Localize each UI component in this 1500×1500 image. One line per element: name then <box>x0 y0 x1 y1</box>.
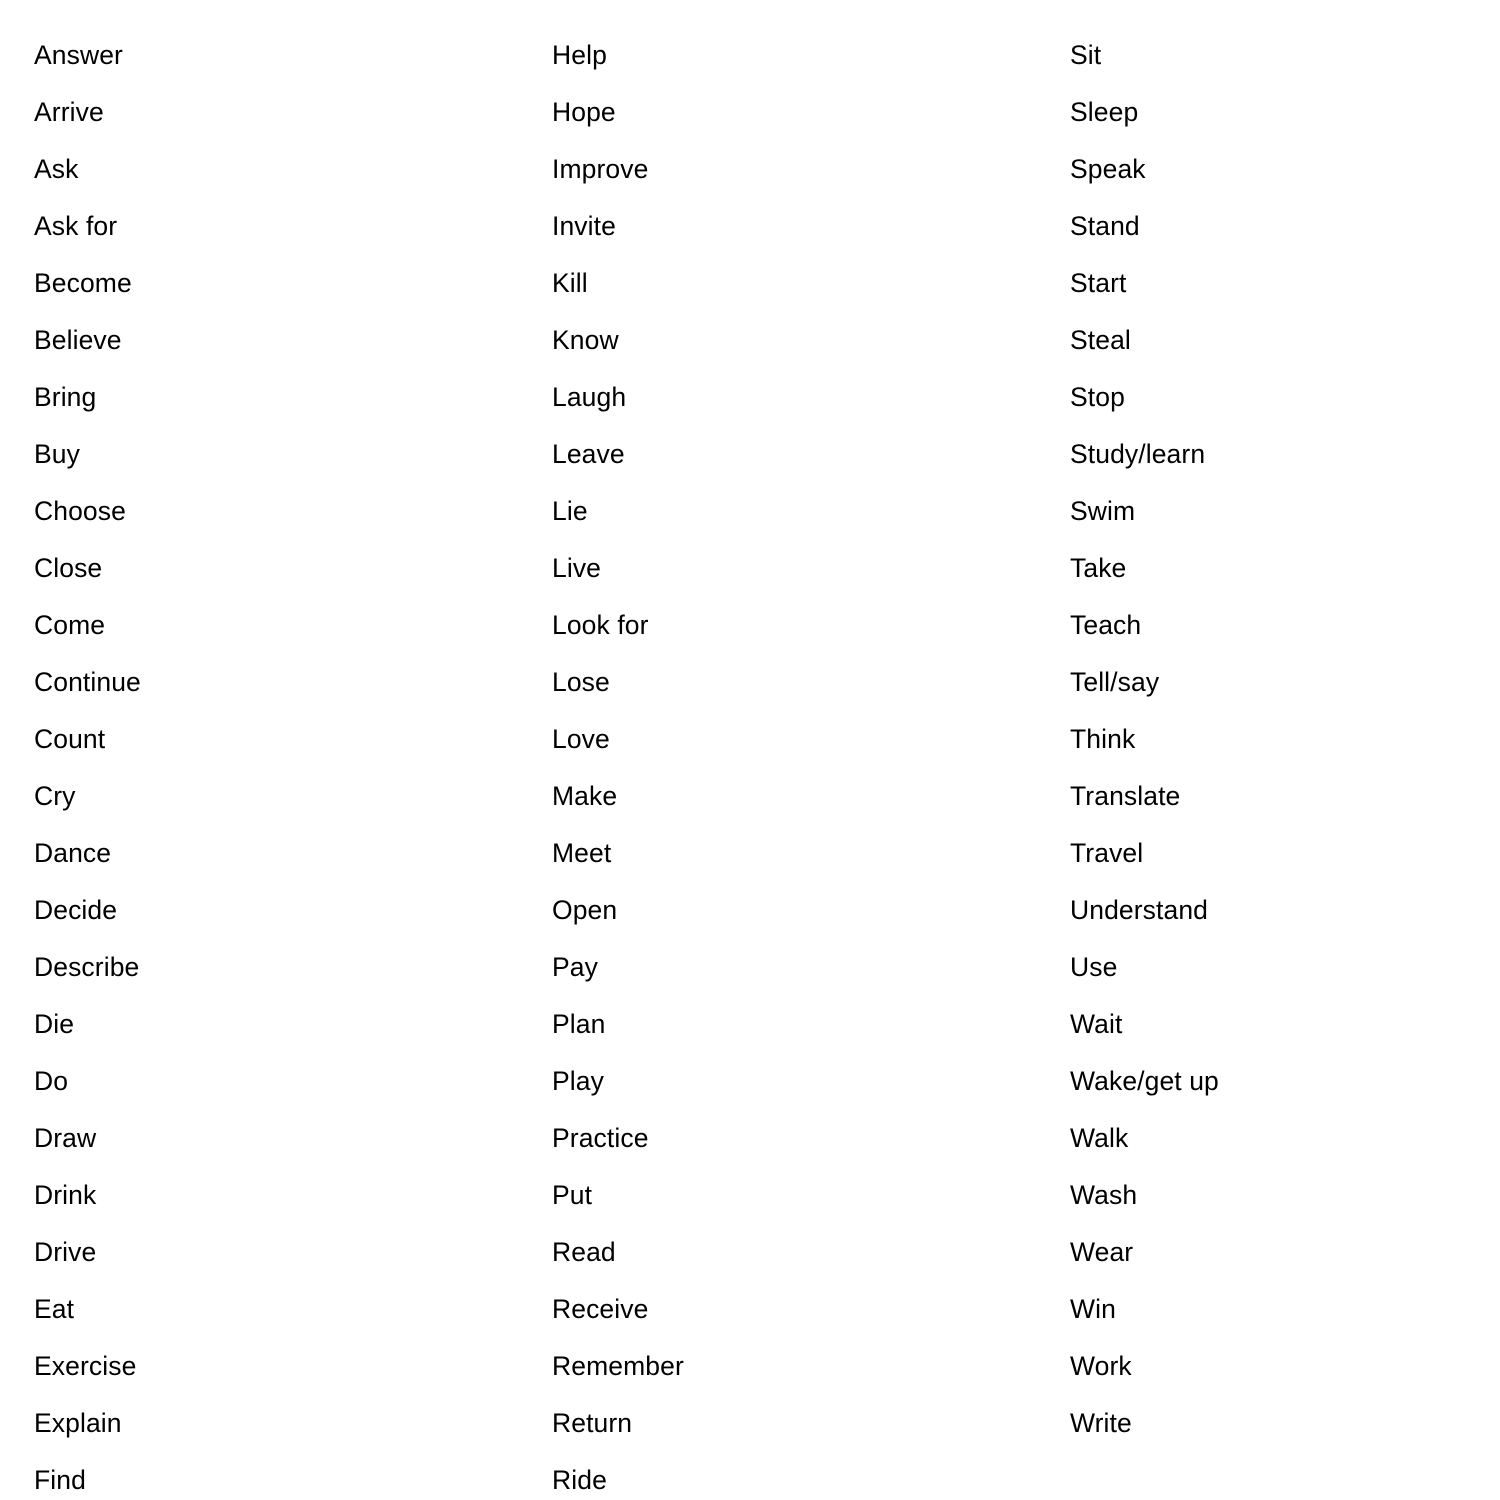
verb-item: Choose <box>34 496 126 526</box>
document-page: Answer Arrive Ask Ask for Become Believe Bring… <box>0 0 1500 1500</box>
verb-item: Explain <box>34 1408 122 1438</box>
verb-item: Ask for <box>34 211 118 241</box>
verb-item: Dance <box>34 838 112 868</box>
verb-item: Close <box>34 553 103 583</box>
verb-item: Laugh <box>552 382 627 412</box>
verb-item: Understand <box>1070 895 1209 925</box>
verb-item: Make <box>552 781 618 811</box>
verb-item: Meet <box>552 838 612 868</box>
verb-item: Decide <box>34 895 118 925</box>
verb-item: Plan <box>552 1009 606 1039</box>
verb-item: Travel <box>1070 838 1144 868</box>
verb-item: Buy <box>34 439 80 469</box>
verb-item: Continue <box>34 667 141 697</box>
verb-item: Bring <box>34 382 97 412</box>
verb-item: Hope <box>552 97 616 127</box>
verb-item: Do <box>34 1066 69 1096</box>
verb-item: Draw <box>34 1123 97 1153</box>
verb-item: Ride <box>552 1465 607 1495</box>
verb-item: Drink <box>34 1180 97 1210</box>
verb-item: Use <box>1070 952 1118 982</box>
verb-item: Become <box>34 268 132 298</box>
verb-item: Drive <box>34 1237 97 1267</box>
verb-item: Stand <box>1070 211 1140 241</box>
verb-item: Help <box>552 40 607 70</box>
verb-item: Receive <box>552 1294 649 1324</box>
verb-item: Answer <box>34 40 123 70</box>
verb-item: Take <box>1070 553 1127 583</box>
verb-item: Describe <box>34 952 140 982</box>
verb-item: Exercise <box>34 1351 137 1381</box>
verb-item: Sit <box>1070 40 1102 70</box>
verb-item: Count <box>34 724 106 754</box>
verb-item: Steal <box>1070 325 1131 355</box>
verb-item: Wait <box>1070 1009 1123 1039</box>
verb-column-1: Answer Arrive Ask Ask for Become Believe Bring… <box>0 0 518 1500</box>
verb-item: Know <box>552 325 619 355</box>
verb-item: Eat <box>34 1294 75 1324</box>
verb-item: Wear <box>1070 1237 1134 1267</box>
verb-item: Stop <box>1070 382 1125 412</box>
verb-item: Work <box>1070 1351 1132 1381</box>
verb-item: Improve <box>552 154 649 184</box>
verb-item: Tell/say <box>1070 667 1160 697</box>
verb-item: Leave <box>552 439 625 469</box>
verb-item: Study/learn <box>1070 439 1206 469</box>
verb-item: Believe <box>34 325 122 355</box>
verb-item: Put <box>552 1180 593 1210</box>
verb-item: Remember <box>552 1351 684 1381</box>
verb-item: Invite <box>552 211 616 241</box>
verb-item: Lose <box>552 667 610 697</box>
verb-item: Wake/get up <box>1070 1066 1219 1096</box>
verb-item: Come <box>34 610 106 640</box>
verb-item: Pay <box>552 952 598 982</box>
verb-item: Wash <box>1070 1180 1138 1210</box>
verb-list-columns: Answer Arrive Ask Ask for Become Believe Bring… <box>0 0 1500 1500</box>
verb-item: Teach <box>1070 610 1142 640</box>
verb-item: Look for <box>552 610 649 640</box>
verb-item: Sleep <box>1070 97 1139 127</box>
verb-item: Practice <box>552 1123 649 1153</box>
verb-item: Walk <box>1070 1123 1129 1153</box>
verb-item: Cry <box>34 781 76 811</box>
verb-item: Swim <box>1070 496 1136 526</box>
verb-item: Read <box>552 1237 616 1267</box>
verb-item: Start <box>1070 268 1127 298</box>
verb-item: Return <box>552 1408 633 1438</box>
verb-item: Lie <box>552 496 588 526</box>
verb-item: Win <box>1070 1294 1116 1324</box>
verb-item: Arrive <box>34 97 104 127</box>
verb-item: Speak <box>1070 154 1146 184</box>
verb-item: Write <box>1070 1408 1132 1438</box>
verb-item: Find <box>34 1465 86 1495</box>
verb-column-2: Help Hope Improve Invite Kill Know Laugh Leave L… <box>518 0 1036 1500</box>
verb-column-3: Sit Sleep Speak Stand Start Steal Stop Study/le… <box>1036 0 1500 1452</box>
verb-item: Think <box>1070 724 1136 754</box>
verb-item: Open <box>552 895 618 925</box>
verb-item: Ask <box>34 154 79 184</box>
verb-item: Play <box>552 1066 604 1096</box>
verb-item: Translate <box>1070 781 1181 811</box>
verb-item: Live <box>552 553 602 583</box>
verb-item: Kill <box>552 268 588 298</box>
verb-item: Love <box>552 724 610 754</box>
verb-item: Die <box>34 1009 75 1039</box>
